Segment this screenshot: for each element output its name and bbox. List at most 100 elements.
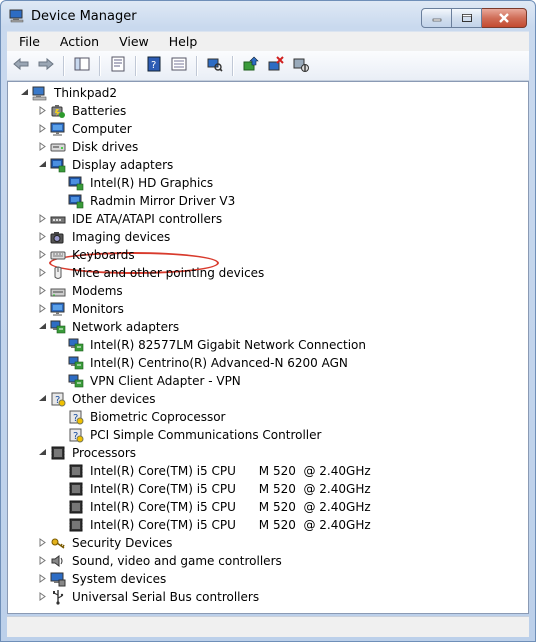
expand-triangle-icon[interactable] [38, 268, 47, 277]
device-tree[interactable]: Thinkpad2 Batteries Computer Disk drives Dis… [7, 81, 529, 614]
collapse-triangle-icon[interactable] [38, 448, 47, 457]
keyboard-icon [50, 247, 66, 263]
toolbar-button-disable-device[interactable] [290, 55, 312, 77]
menu-bar: File Action View Help [7, 31, 529, 52]
toolbar-button-tree-view[interactable] [71, 55, 93, 77]
close-button[interactable] [482, 8, 527, 28]
expand-triangle-icon[interactable] [38, 106, 47, 115]
toolbar-separator [135, 55, 136, 76]
tree-node[interactable]: VPN Client Adapter - VPN [68, 372, 243, 390]
tree-node[interactable]: Imaging devices [39, 228, 172, 246]
tree-node[interactable]: Security Devices [39, 534, 174, 552]
toolbar-button-forward-arrow[interactable] [35, 55, 57, 77]
tree-node[interactable]: Intel(R) Core(TM) i5 CPU M 520 @ 2.40GHz [68, 480, 373, 498]
tree-node[interactable]: Keyboards [39, 246, 137, 264]
processor-icon [68, 499, 84, 515]
toolbar-button-details[interactable] [168, 55, 190, 77]
tree-node-label: Processors [72, 446, 137, 460]
tree-node[interactable]: Intel(R) Core(TM) i5 CPU M 520 @ 2.40GHz [68, 462, 373, 480]
toolbar-button-scan-hardware[interactable] [204, 55, 226, 77]
tree-node-label: Intel(R) Core(TM) i5 CPU M 520 @ 2.40GHz [90, 464, 371, 478]
tree-node[interactable]: Display adapters [39, 156, 175, 174]
collapse-triangle-icon[interactable] [38, 394, 47, 403]
tree-node-label: Computer [72, 122, 132, 136]
tree-node[interactable]: Intel(R) Core(TM) i5 CPU M 520 @ 2.40GHz [68, 516, 373, 534]
tree-node[interactable]: Universal Serial Bus controllers [39, 588, 261, 606]
tree-node-label: Batteries [72, 104, 127, 118]
tree-node[interactable]: Computer [39, 120, 134, 138]
tree-node[interactable]: Intel(R) Core(TM) i5 CPU M 520 @ 2.40GHz [68, 498, 373, 516]
expand-triangle-icon[interactable] [38, 286, 47, 295]
monitor-icon [50, 301, 66, 317]
tree-node[interactable]: Disk drives [39, 138, 140, 156]
toolbar-button-properties[interactable] [107, 55, 129, 77]
tree-node[interactable]: Sound, video and game controllers [39, 552, 284, 570]
tree-node[interactable]: Modems [39, 282, 125, 300]
expand-triangle-icon[interactable] [38, 232, 47, 241]
menu-help[interactable]: Help [157, 32, 206, 52]
usb-icon [50, 589, 66, 605]
forward-arrow-icon [37, 56, 55, 75]
toolbar-button-uninstall[interactable] [265, 55, 287, 77]
toolbar-button-help-book[interactable]: ? [143, 55, 165, 77]
battery-icon [50, 103, 66, 119]
unknown-device-icon: ? [68, 427, 84, 443]
tree-node[interactable]: IDE ATA/ATAPI controllers [39, 210, 224, 228]
title-bar[interactable]: Device Manager [1, 1, 535, 31]
caption-buttons [421, 8, 527, 28]
network-icon [68, 355, 84, 371]
tree-node-label: Biometric Coprocessor [90, 410, 226, 424]
tree-node-label: VPN Client Adapter - VPN [90, 374, 241, 388]
computer-icon [32, 85, 48, 101]
tree-node[interactable]: ? PCI Simple Communications Controller [68, 426, 323, 444]
tree-node[interactable]: Network adapters [39, 318, 181, 336]
display-adapter-icon [68, 193, 84, 209]
display-adapter-icon [68, 175, 84, 191]
expand-triangle-icon[interactable] [38, 304, 47, 313]
minimize-button[interactable] [421, 8, 452, 28]
collapse-triangle-icon[interactable] [38, 160, 47, 169]
tree-node-label: IDE ATA/ATAPI controllers [72, 212, 223, 226]
camera-icon [50, 229, 66, 245]
maximize-icon [461, 14, 472, 22]
tree-node[interactable]: System devices [39, 570, 168, 588]
menu-action[interactable]: Action [48, 32, 107, 52]
expand-triangle-icon[interactable] [38, 214, 47, 223]
expand-triangle-icon[interactable] [38, 574, 47, 583]
expand-triangle-icon[interactable] [38, 538, 47, 547]
device-manager-window: Device Manager File Action View Help ? T… [0, 0, 536, 642]
toolbar: ? [7, 51, 529, 81]
tree-node-label: Intel(R) HD Graphics [90, 176, 214, 190]
tree-node[interactable]: Intel(R) Centrino(R) Advanced-N 6200 AGN [68, 354, 350, 372]
tree-node[interactable]: Processors [39, 444, 138, 462]
expand-triangle-icon[interactable] [38, 592, 47, 601]
expand-triangle-icon[interactable] [38, 142, 47, 151]
expand-triangle-icon[interactable] [38, 556, 47, 565]
tree-node-label: Disk drives [72, 140, 139, 154]
toolbar-separator [196, 55, 197, 76]
tree-node[interactable]: ? Biometric Coprocessor [68, 408, 227, 426]
collapse-triangle-icon[interactable] [20, 88, 29, 97]
menu-view[interactable]: View [107, 32, 157, 52]
tree-node-label: Keyboards [72, 248, 135, 262]
expand-triangle-icon[interactable] [38, 124, 47, 133]
tree-node[interactable]: Radmin Mirror Driver V3 [68, 192, 237, 210]
tree-node[interactable]: Intel(R) HD Graphics [68, 174, 215, 192]
tree-node[interactable]: ? Other devices [39, 390, 158, 408]
tree-node[interactable]: Monitors [39, 300, 126, 318]
toolbar-button-back-arrow[interactable] [10, 55, 32, 77]
tree-node-label: Other devices [72, 392, 156, 406]
tree-node[interactable]: Batteries [39, 102, 128, 120]
tree-node-label: Intel(R) Core(TM) i5 CPU M 520 @ 2.40GHz [90, 518, 371, 532]
tree-node[interactable]: Thinkpad2 [21, 84, 119, 102]
tree-node-label: System devices [72, 572, 167, 586]
tree-node[interactable]: Mice and other pointing devices [39, 264, 266, 282]
collapse-triangle-icon[interactable] [38, 322, 47, 331]
tree-node[interactable]: Intel(R) 82577LM Gigabit Network Connect… [68, 336, 368, 354]
maximize-button[interactable] [452, 8, 482, 28]
network-icon [50, 319, 66, 335]
expand-triangle-icon[interactable] [38, 250, 47, 259]
menu-file[interactable]: File [7, 32, 48, 52]
toolbar-button-update-driver[interactable] [240, 55, 262, 77]
update-driver-icon [243, 56, 259, 75]
